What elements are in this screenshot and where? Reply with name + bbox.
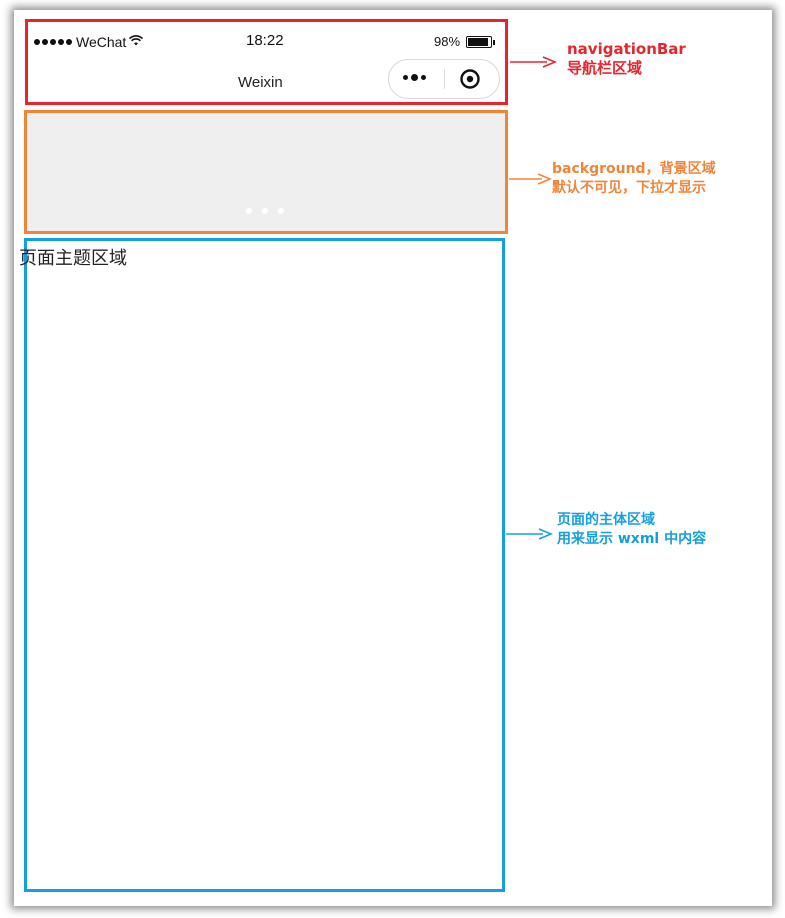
loading-dots-icon <box>246 208 284 214</box>
page-body-annotation-line1: 页面的主体区域 <box>557 512 655 528</box>
navigation-bar-annotation-line1: navigationBar <box>567 40 686 58</box>
page-body-annotation: 页面的主体区域 用来显示 wxml 中内容 <box>557 511 706 549</box>
page-body-annotation-line2: 用来显示 wxml 中内容 <box>557 531 707 547</box>
body-arrow-icon <box>506 528 553 540</box>
navigation-bar-annotation-line2: 导航栏区域 <box>567 59 643 77</box>
navigation-arrow-icon <box>510 56 557 68</box>
background-annotation-line1: background，背景区域 <box>552 161 716 177</box>
navigation-bar-annotation: navigationBar 导航栏区域 <box>567 40 686 78</box>
background-area-outline <box>24 110 508 234</box>
background-annotation: background，背景区域 默认不可见，下拉才显示 <box>552 160 716 198</box>
page-body-text: 页面主题区域 <box>19 248 127 269</box>
navigation-bar-outline <box>25 19 508 105</box>
background-annotation-line2: 默认不可见，下拉才显示 <box>552 180 706 196</box>
background-arrow-icon <box>509 173 552 185</box>
page-body-outline <box>24 238 505 892</box>
